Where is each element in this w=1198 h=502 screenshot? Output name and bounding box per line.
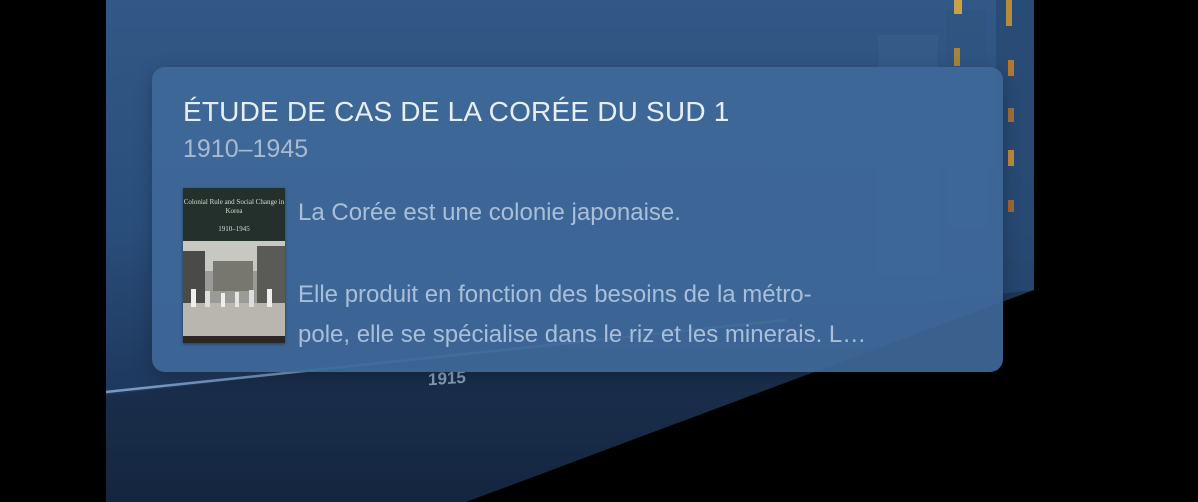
event-description: La Corée est une colonie japonaise. Elle… (298, 193, 988, 355)
event-detail-card[interactable]: ÉTUDE DE CAS DE LA CORÉE DU SUD 1 1910–1… (152, 67, 1003, 372)
event-title: ÉTUDE DE CAS DE LA CORÉE DU SUD 1 (183, 96, 730, 127)
description-line: La Corée est une colonie japonaise. (298, 199, 681, 226)
book-cover-photo (183, 241, 285, 336)
book-cover-band (183, 336, 285, 343)
book-cover-years: 1910–1945 (218, 225, 250, 233)
event-date-range: 1910–1945 (183, 135, 309, 163)
book-cover-title: Colonial Rule and Social Change in Korea (183, 198, 285, 215)
description-line: Elle produit en fonction des besoins de … (298, 281, 812, 308)
description-line: pole, elle se spécialise dans le riz et … (298, 321, 867, 348)
book-cover-image[interactable]: Colonial Rule and Social Change in Korea… (183, 188, 285, 343)
